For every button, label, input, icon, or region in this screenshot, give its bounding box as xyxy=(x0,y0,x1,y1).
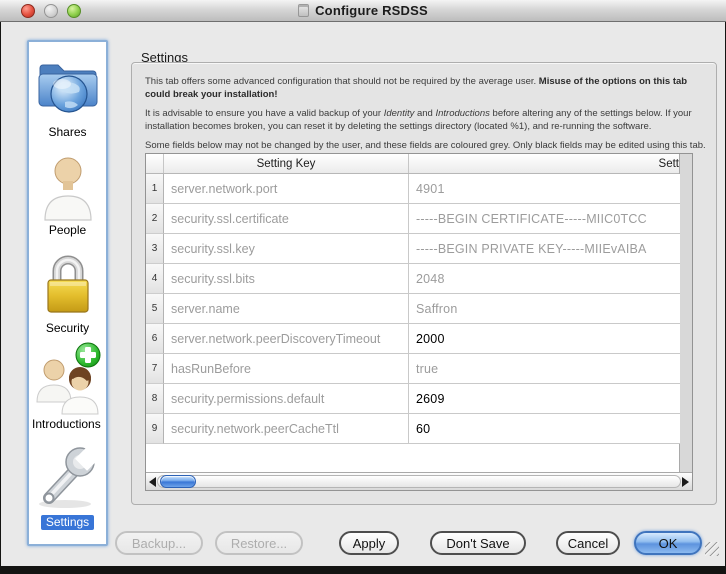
person-icon xyxy=(40,150,96,222)
sidebar-item-label: Security xyxy=(46,321,89,335)
row-number-cell[interactable]: 7 xyxy=(146,354,164,384)
people-add-icon xyxy=(33,344,103,416)
ok-button[interactable]: OK xyxy=(634,531,702,555)
backup-advice-paragraph: It is advisable to ensure you have a val… xyxy=(145,108,707,133)
table-row: 2security.ssl.certificate-----BEGIN CERT… xyxy=(146,204,680,234)
sidebar-item-settings[interactable]: Settings xyxy=(29,442,106,530)
table-row: 4security.ssl.bits2048 xyxy=(146,264,680,294)
setting-key-cell[interactable]: security.ssl.key xyxy=(164,234,409,264)
setting-value-cell[interactable]: 2048 xyxy=(409,264,680,294)
table-row: 7hasRunBeforetrue xyxy=(146,354,680,384)
table-row: 9security.network.peerCacheTtl60 xyxy=(146,414,680,444)
setting-key-cell[interactable]: server.network.peerDiscoveryTimeout xyxy=(164,324,409,354)
setting-key-cell[interactable]: security.ssl.certificate xyxy=(164,204,409,234)
row-number-cell[interactable]: 2 xyxy=(146,204,164,234)
setting-value-cell[interactable]: 4901 xyxy=(409,174,680,204)
sidebar-item-label: Introductions xyxy=(29,417,101,431)
grey-fields-paragraph: Some fields below may not be changed by … xyxy=(145,140,707,153)
setting-key-cell[interactable]: hasRunBefore xyxy=(164,354,409,384)
wrench-icon xyxy=(35,442,101,514)
setting-key-cell[interactable]: security.network.peerCacheTtl xyxy=(164,414,409,444)
apply-button[interactable]: Apply xyxy=(339,531,399,555)
window-title: Configure RSDSS xyxy=(315,3,428,18)
shares-folder-globe-icon xyxy=(35,52,101,124)
restore-button[interactable]: Restore... xyxy=(215,531,303,555)
setting-key-cell[interactable]: server.name xyxy=(164,294,409,324)
setting-key-cell[interactable]: security.ssl.bits xyxy=(164,264,409,294)
scroll-left-arrow-icon[interactable] xyxy=(149,477,156,487)
scroll-right-arrow-icon[interactable] xyxy=(682,477,689,487)
zoom-button[interactable] xyxy=(67,4,81,18)
row-number-cell[interactable]: 3 xyxy=(146,234,164,264)
setting-value-cell[interactable]: 60 xyxy=(409,414,680,444)
settings-table: Setting Key Sett 1server.network.port490… xyxy=(145,153,693,491)
setting-value-cell[interactable]: true xyxy=(409,354,680,384)
warning-paragraph: This tab offers some advanced configurat… xyxy=(145,76,707,101)
table-row: 5server.nameSaffron xyxy=(146,294,680,324)
row-number-cell[interactable]: 8 xyxy=(146,384,164,414)
row-number-cell[interactable]: 5 xyxy=(146,294,164,324)
setting-value-cell[interactable]: Saffron xyxy=(409,294,680,324)
setting-key-cell[interactable]: server.network.port xyxy=(164,174,409,204)
setting-key-cell[interactable]: security.permissions.default xyxy=(164,384,409,414)
row-number-cell[interactable]: 9 xyxy=(146,414,164,444)
horizontal-scrollbar-track[interactable] xyxy=(157,475,681,488)
setting-value-cell[interactable]: -----BEGIN CERTIFICATE-----MIIC0TCC xyxy=(409,204,680,234)
sidebar-item-label: Shares xyxy=(48,125,86,139)
setting-value-cell[interactable]: -----BEGIN PRIVATE KEY-----MIIEvAIBA xyxy=(409,234,680,264)
sidebar-item-shares[interactable]: Shares xyxy=(29,52,106,139)
vertical-scrollbar-track xyxy=(679,154,692,472)
setting-value-column-header[interactable]: Sett xyxy=(409,154,680,173)
table-row: 3security.ssl.key-----BEGIN PRIVATE KEY-… xyxy=(146,234,680,264)
sidebar-item-label: Settings xyxy=(41,515,94,530)
row-number-cell[interactable]: 6 xyxy=(146,324,164,354)
row-number-cell[interactable]: 4 xyxy=(146,264,164,294)
sidebar-item-security[interactable]: Security xyxy=(29,248,106,335)
horizontal-scrollbar-thumb[interactable] xyxy=(160,475,196,488)
settings-description: This tab offers some advanced configurat… xyxy=(145,76,707,160)
horizontal-scrollbar[interactable] xyxy=(146,472,692,490)
row-number-column-header[interactable] xyxy=(146,154,164,173)
dont-save-button[interactable]: Don't Save xyxy=(430,531,526,555)
sidebar-nav: Shares People xyxy=(27,40,108,546)
resize-grip[interactable] xyxy=(705,542,719,556)
table-row: 6server.network.peerDiscoveryTimeout2000 xyxy=(146,324,680,354)
table-rows: 1server.network.port49012security.ssl.ce… xyxy=(146,174,680,444)
setting-key-column-header[interactable]: Setting Key xyxy=(164,154,409,173)
configure-rsdss-window: Configure RSDSS xyxy=(0,0,726,574)
row-number-cell[interactable]: 1 xyxy=(146,174,164,204)
close-button[interactable] xyxy=(21,4,35,18)
table-header: Setting Key Sett xyxy=(146,154,680,174)
minimize-button[interactable] xyxy=(44,4,58,18)
table-row: 1server.network.port4901 xyxy=(146,174,680,204)
sidebar-item-introductions[interactable]: Introductions xyxy=(29,344,106,431)
backup-button[interactable]: Backup... xyxy=(115,531,203,555)
table-row: 8security.permissions.default2609 xyxy=(146,384,680,414)
setting-value-cell[interactable]: 2609 xyxy=(409,384,680,414)
setting-value-cell[interactable]: 2000 xyxy=(409,324,680,354)
window-body: Shares People xyxy=(1,22,725,566)
cancel-button[interactable]: Cancel xyxy=(556,531,620,555)
settings-groupbox: This tab offers some advanced configurat… xyxy=(131,62,717,505)
sidebar-item-label: People xyxy=(49,223,86,237)
padlock-icon xyxy=(39,248,97,320)
window-proxy-icon xyxy=(298,4,309,17)
title-bar[interactable]: Configure RSDSS xyxy=(0,0,726,22)
sidebar-item-people[interactable]: People xyxy=(29,150,106,237)
